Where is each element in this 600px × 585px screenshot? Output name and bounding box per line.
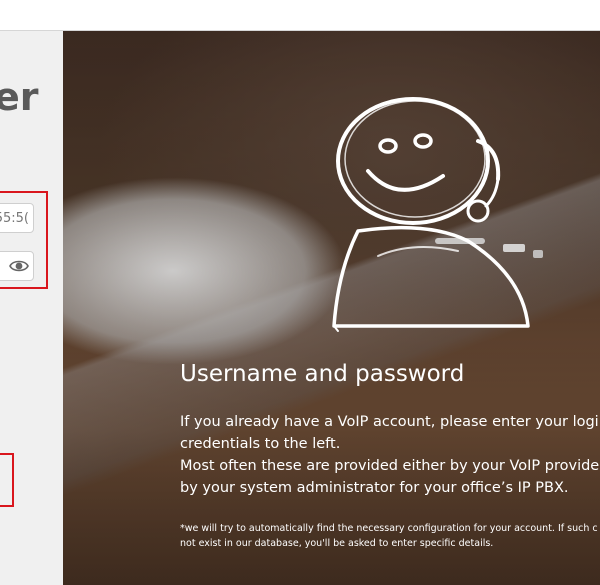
help-heading: Username and password — [180, 361, 465, 387]
help-line: by your system administrator for your of… — [180, 480, 569, 496]
help-line: credentials to the left. — [180, 436, 341, 452]
credentials-highlight — [0, 191, 48, 289]
headset-support-agent-icon — [332, 97, 530, 332]
login-form-panel: er — [0, 31, 63, 585]
help-footnote: *we will try to automatically find the n… — [180, 521, 600, 551]
help-line: Most often these are provided either by … — [180, 458, 600, 474]
form-title: er — [0, 75, 39, 119]
footnote-line: not exist in our database, you'll be ask… — [180, 538, 494, 549]
button-highlight — [0, 453, 14, 507]
help-line: If you already have a VoIP account, plea… — [180, 414, 600, 430]
help-paragraph: If you already have a VoIP account, plea… — [180, 411, 600, 499]
footnote-line: *we will try to automatically find the n… — [180, 523, 598, 534]
help-hero-panel: Username and password If you already hav… — [63, 31, 600, 585]
browser-top-bar — [0, 0, 600, 31]
